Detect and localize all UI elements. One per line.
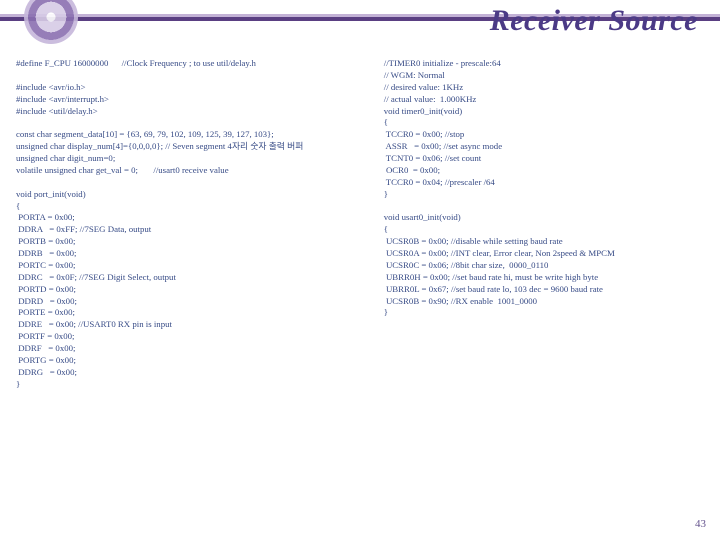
slide-title: Receiver Source <box>490 4 698 38</box>
code-column-right: //TIMER0 initialize - prescale:64 // WGM… <box>384 58 687 391</box>
page-number: 43 <box>695 518 706 530</box>
header-disc-icon <box>24 0 78 44</box>
slide-header: Receiver Source <box>0 0 720 48</box>
code-content: #define F_CPU 16000000 //Clock Frequency… <box>0 48 720 391</box>
code-column-left: #define F_CPU 16000000 //Clock Frequency… <box>16 58 374 391</box>
